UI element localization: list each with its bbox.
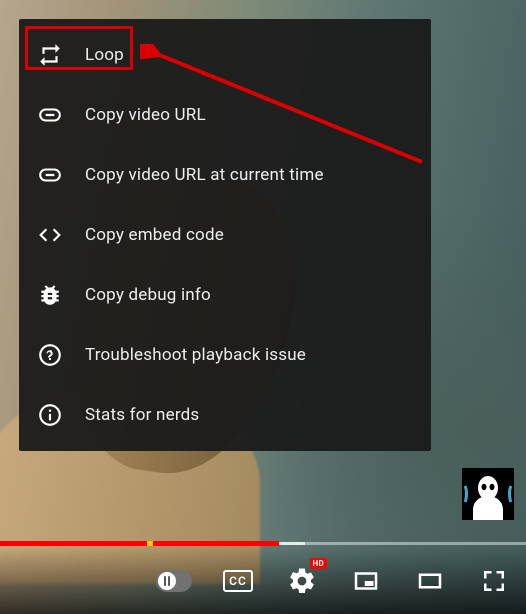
menu-item-copy-url-time[interactable]: Copy video URL at current time	[19, 145, 431, 205]
embed-icon	[37, 222, 63, 248]
gear-icon	[287, 566, 317, 596]
menu-item-troubleshoot[interactable]: Troubleshoot playback issue	[19, 325, 431, 385]
hd-badge: HD	[310, 558, 327, 569]
menu-item-copy-debug[interactable]: Copy debug info	[19, 265, 431, 325]
menu-item-label: Copy debug info	[85, 285, 211, 305]
menu-item-label: Loop	[85, 45, 124, 65]
loop-icon	[37, 42, 63, 68]
miniplayer-icon	[351, 566, 381, 596]
progress-bar[interactable]	[0, 540, 526, 546]
menu-item-label: Copy embed code	[85, 225, 224, 245]
menu-item-copy-embed[interactable]: Copy embed code	[19, 205, 431, 265]
menu-item-label: Stats for nerds	[85, 405, 199, 425]
menu-item-label: Copy video URL	[85, 105, 206, 125]
link-icon	[37, 102, 63, 128]
subtitles-button[interactable]: CC	[220, 563, 256, 599]
help-icon	[37, 342, 63, 368]
settings-button[interactable]: HD	[284, 563, 320, 599]
fullscreen-icon	[479, 566, 509, 596]
bug-icon	[37, 282, 63, 308]
channel-avatar[interactable]	[462, 468, 514, 520]
progress-buffered	[279, 542, 305, 545]
link-icon	[37, 162, 63, 188]
theater-icon	[415, 566, 445, 596]
progress-played	[0, 541, 279, 546]
menu-item-label: Copy video URL at current time	[85, 165, 324, 185]
theater-button[interactable]	[412, 563, 448, 599]
fullscreen-button[interactable]	[476, 563, 512, 599]
cc-label: CC	[229, 574, 247, 588]
player-controls: CC HD	[0, 548, 526, 614]
video-player: Loop Copy video URL Copy video URL at cu…	[0, 0, 526, 614]
info-icon	[37, 402, 63, 428]
menu-item-stats[interactable]: Stats for nerds	[19, 385, 431, 445]
menu-item-copy-url[interactable]: Copy video URL	[19, 85, 431, 145]
context-menu: Loop Copy video URL Copy video URL at cu…	[19, 19, 431, 451]
menu-item-loop[interactable]: Loop	[19, 25, 431, 85]
miniplayer-button[interactable]	[348, 563, 384, 599]
menu-item-label: Troubleshoot playback issue	[85, 345, 306, 365]
progress-ad-marker	[147, 541, 153, 546]
autoplay-toggle[interactable]	[156, 563, 192, 599]
